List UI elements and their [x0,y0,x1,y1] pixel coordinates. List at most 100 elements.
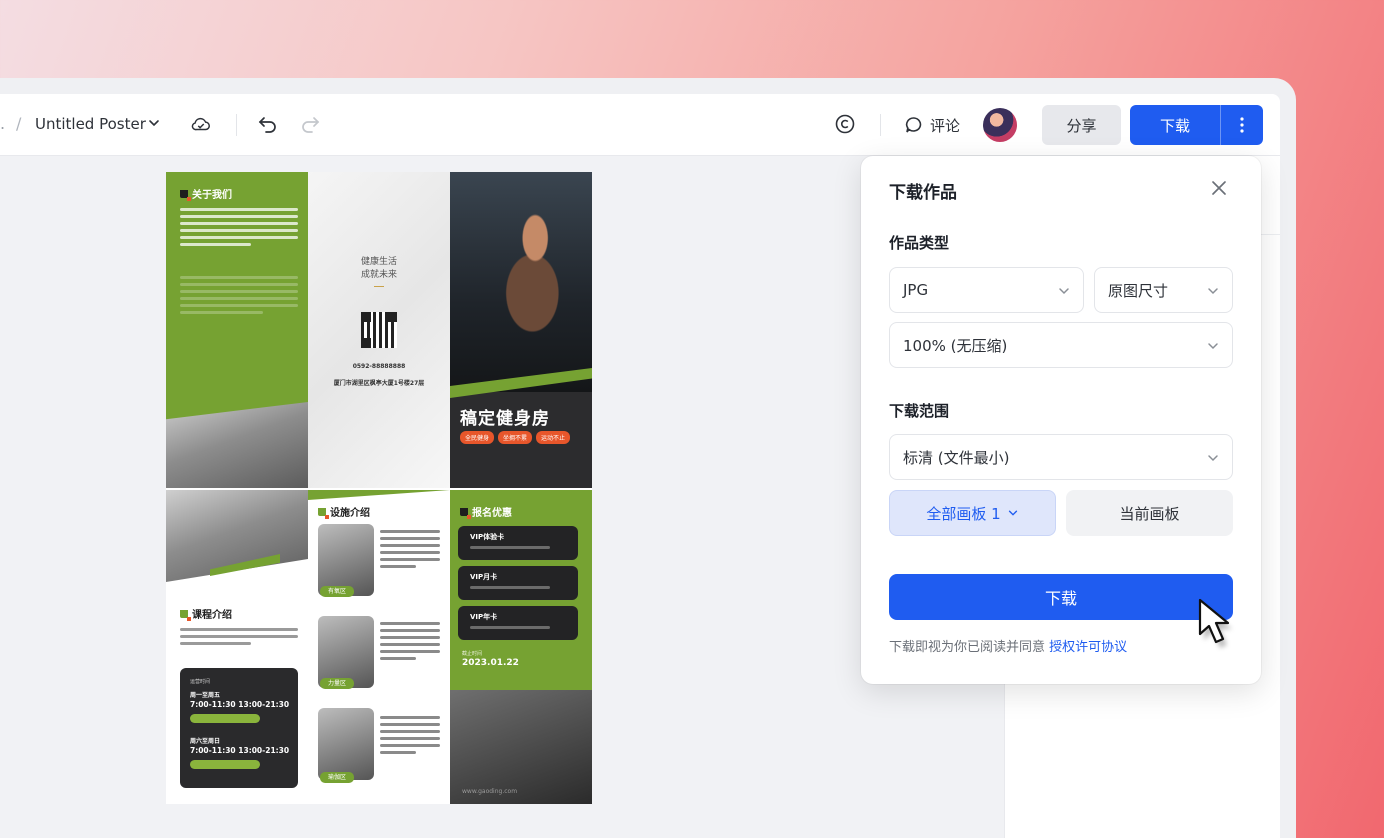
facility-text [380,530,440,568]
heading-mark-icon [180,189,191,201]
facility-tag: 瑜伽区 [320,772,354,783]
offer-title: 报名优惠 [472,508,512,519]
comment-label: 评论 [930,116,961,135]
vip-card-name: VIP月卡 [470,573,498,581]
hero-tags: 全民健身 坐拥不累 运动不止 [460,431,571,444]
offer-heading: 报名优惠 [460,504,512,519]
poster-panel-facilities[interactable]: 设施介绍 有氧区 力量区 瑜伽区 [308,490,450,804]
about-photo [166,402,308,488]
facility-photo [318,708,374,780]
website-text: www.gaoding.com [462,788,518,795]
download-button-group: 下载 [1130,105,1263,145]
format-value: JPG [903,281,929,299]
popover-title: 下载作品 [889,183,957,203]
course-heading: 课程介绍 [180,606,232,621]
clarity-select[interactable]: 标清 (文件最小) [889,434,1233,480]
current-page-button[interactable]: 当前画板 [1066,490,1233,536]
hero-tag: 全民健身 [460,431,495,444]
schedule-time: 7:00-11:30 13:00-21:30 [190,700,290,709]
chevron-down-icon [1208,288,1218,295]
offer-photo [450,690,592,804]
facility-text [380,622,440,660]
cloud-sync-icon[interactable] [190,113,212,135]
contact-phone: 0592-88888888 [352,363,406,370]
heading-mark-icon [460,507,471,519]
poster-panel-courses[interactable]: 课程介绍 运营时间 周一至周五 7:00-11:30 13:00-21:30 周… [166,490,308,804]
slogan-line-1: 健康生活 [360,257,397,267]
agreement-note: 下载即视为你已阅读并同意 授权许可协议 [889,636,1127,655]
agreement-prefix: 下载即视为你已阅读并同意 [889,640,1046,655]
vip-card: VIP月卡 [458,566,578,600]
share-button[interactable]: 分享 [1042,105,1121,145]
course-schedule-box: 运营时间 周一至周五 7:00-11:30 13:00-21:30 周六至周日 … [180,668,298,788]
schedule-days: 周一至周五 [190,692,221,699]
comment-icon [905,117,922,133]
cursor-icon [1198,598,1232,648]
about-body-text-faint [180,276,298,314]
format-select[interactable]: JPG [889,267,1084,313]
slogan-line-2: 成就未来 [360,270,397,280]
hero-tag: 运动不止 [536,431,571,444]
schedule-time: 7:00-11:30 13:00-21:30 [190,746,290,755]
poster-artboard[interactable]: 关于我们 健康生活 成就未来 0592-88888888 厦门市湖里区枫亭大厦1… [166,172,592,804]
contact-address: 厦门市湖里区枫亭大厦1号楼27层 [333,380,425,387]
deadline-label: 截止时间 [462,651,483,657]
schedule-days: 周六至周日 [190,738,221,745]
schedule-pill [190,760,260,769]
trainer-photo [450,172,592,392]
quality-select[interactable]: 100% (无压缩) [889,322,1233,368]
breadcrumb-prev[interactable]: . [0,114,5,133]
all-pages-button[interactable]: 全部画板 1 [889,490,1056,536]
facility-green-stripe [308,490,450,500]
facility-tag: 力量区 [320,678,354,689]
copyright-icon[interactable] [834,113,856,135]
poster-panel-hero[interactable]: 稿定健身房 全民健身 坐拥不累 运动不止 [450,172,592,488]
size-value: 原图尺寸 [1108,281,1169,300]
popover-download-button[interactable]: 下载 [889,574,1233,620]
facility-title: 设施介绍 [330,508,370,519]
chevron-down-icon [1059,288,1069,295]
heading-mark-icon [180,609,191,621]
download-button[interactable]: 下载 [1130,115,1220,136]
more-vertical-icon[interactable] [1221,117,1263,133]
about-title: 关于我们 [192,190,232,201]
undo-icon[interactable] [258,114,278,134]
vip-card: VIP年卡 [458,606,578,640]
about-heading: 关于我们 [180,186,232,201]
schedule-pill [190,714,260,723]
document-title[interactable]: Untitled Poster [35,115,146,133]
chevron-down-icon[interactable] [147,116,161,130]
type-section-label: 作品类型 [889,234,950,252]
facility-tag: 有氧区 [320,586,354,597]
heading-mark-icon [318,507,329,519]
agreement-link[interactable]: 授权许可协议 [1049,640,1127,655]
poster-panel-contact[interactable]: 健康生活 成就未来 0592-88888888 厦门市湖里区枫亭大厦1号楼27层 [308,172,450,488]
comment-button[interactable]: 评论 [904,111,960,139]
toolbar-divider [236,114,237,136]
avatar[interactable] [983,108,1017,142]
size-select[interactable]: 原图尺寸 [1094,267,1233,313]
design-canvas[interactable]: 关于我们 健康生活 成就未来 0592-88888888 厦门市湖里区枫亭大厦1… [0,156,1004,838]
course-title: 课程介绍 [192,610,232,621]
poster-panel-about[interactable]: 关于我们 [166,172,308,488]
vip-card-name: VIP体验卡 [470,533,505,541]
clarity-value: 标清 (文件最小) [903,448,1010,467]
poster-panel-offers[interactable]: 报名优惠 VIP体验卡 VIP月卡 VIP年卡 截止时间 2023.01.22 … [450,490,592,804]
vip-card-name: VIP年卡 [470,613,498,621]
chevron-down-icon [1208,343,1218,350]
quality-value: 100% (无压缩) [903,336,1008,355]
redo-icon[interactable] [300,114,320,134]
breadcrumb-separator: / [16,114,22,133]
toolbar-divider [880,114,881,136]
hero-title: 稿定健身房 [460,409,550,429]
chevron-down-icon [1208,455,1218,462]
vip-card: VIP体验卡 [458,526,578,560]
schedule-label: 运营时间 [190,679,211,685]
close-icon[interactable] [1209,178,1229,198]
slogan-divider [374,286,384,287]
course-body-text [180,628,298,645]
top-toolbar: . / Untitled Poster 评论 分享 下载 [0,94,1280,156]
deadline-date: 2023.01.22 [462,658,519,668]
about-body-text [180,208,298,246]
facility-heading: 设施介绍 [318,504,370,519]
